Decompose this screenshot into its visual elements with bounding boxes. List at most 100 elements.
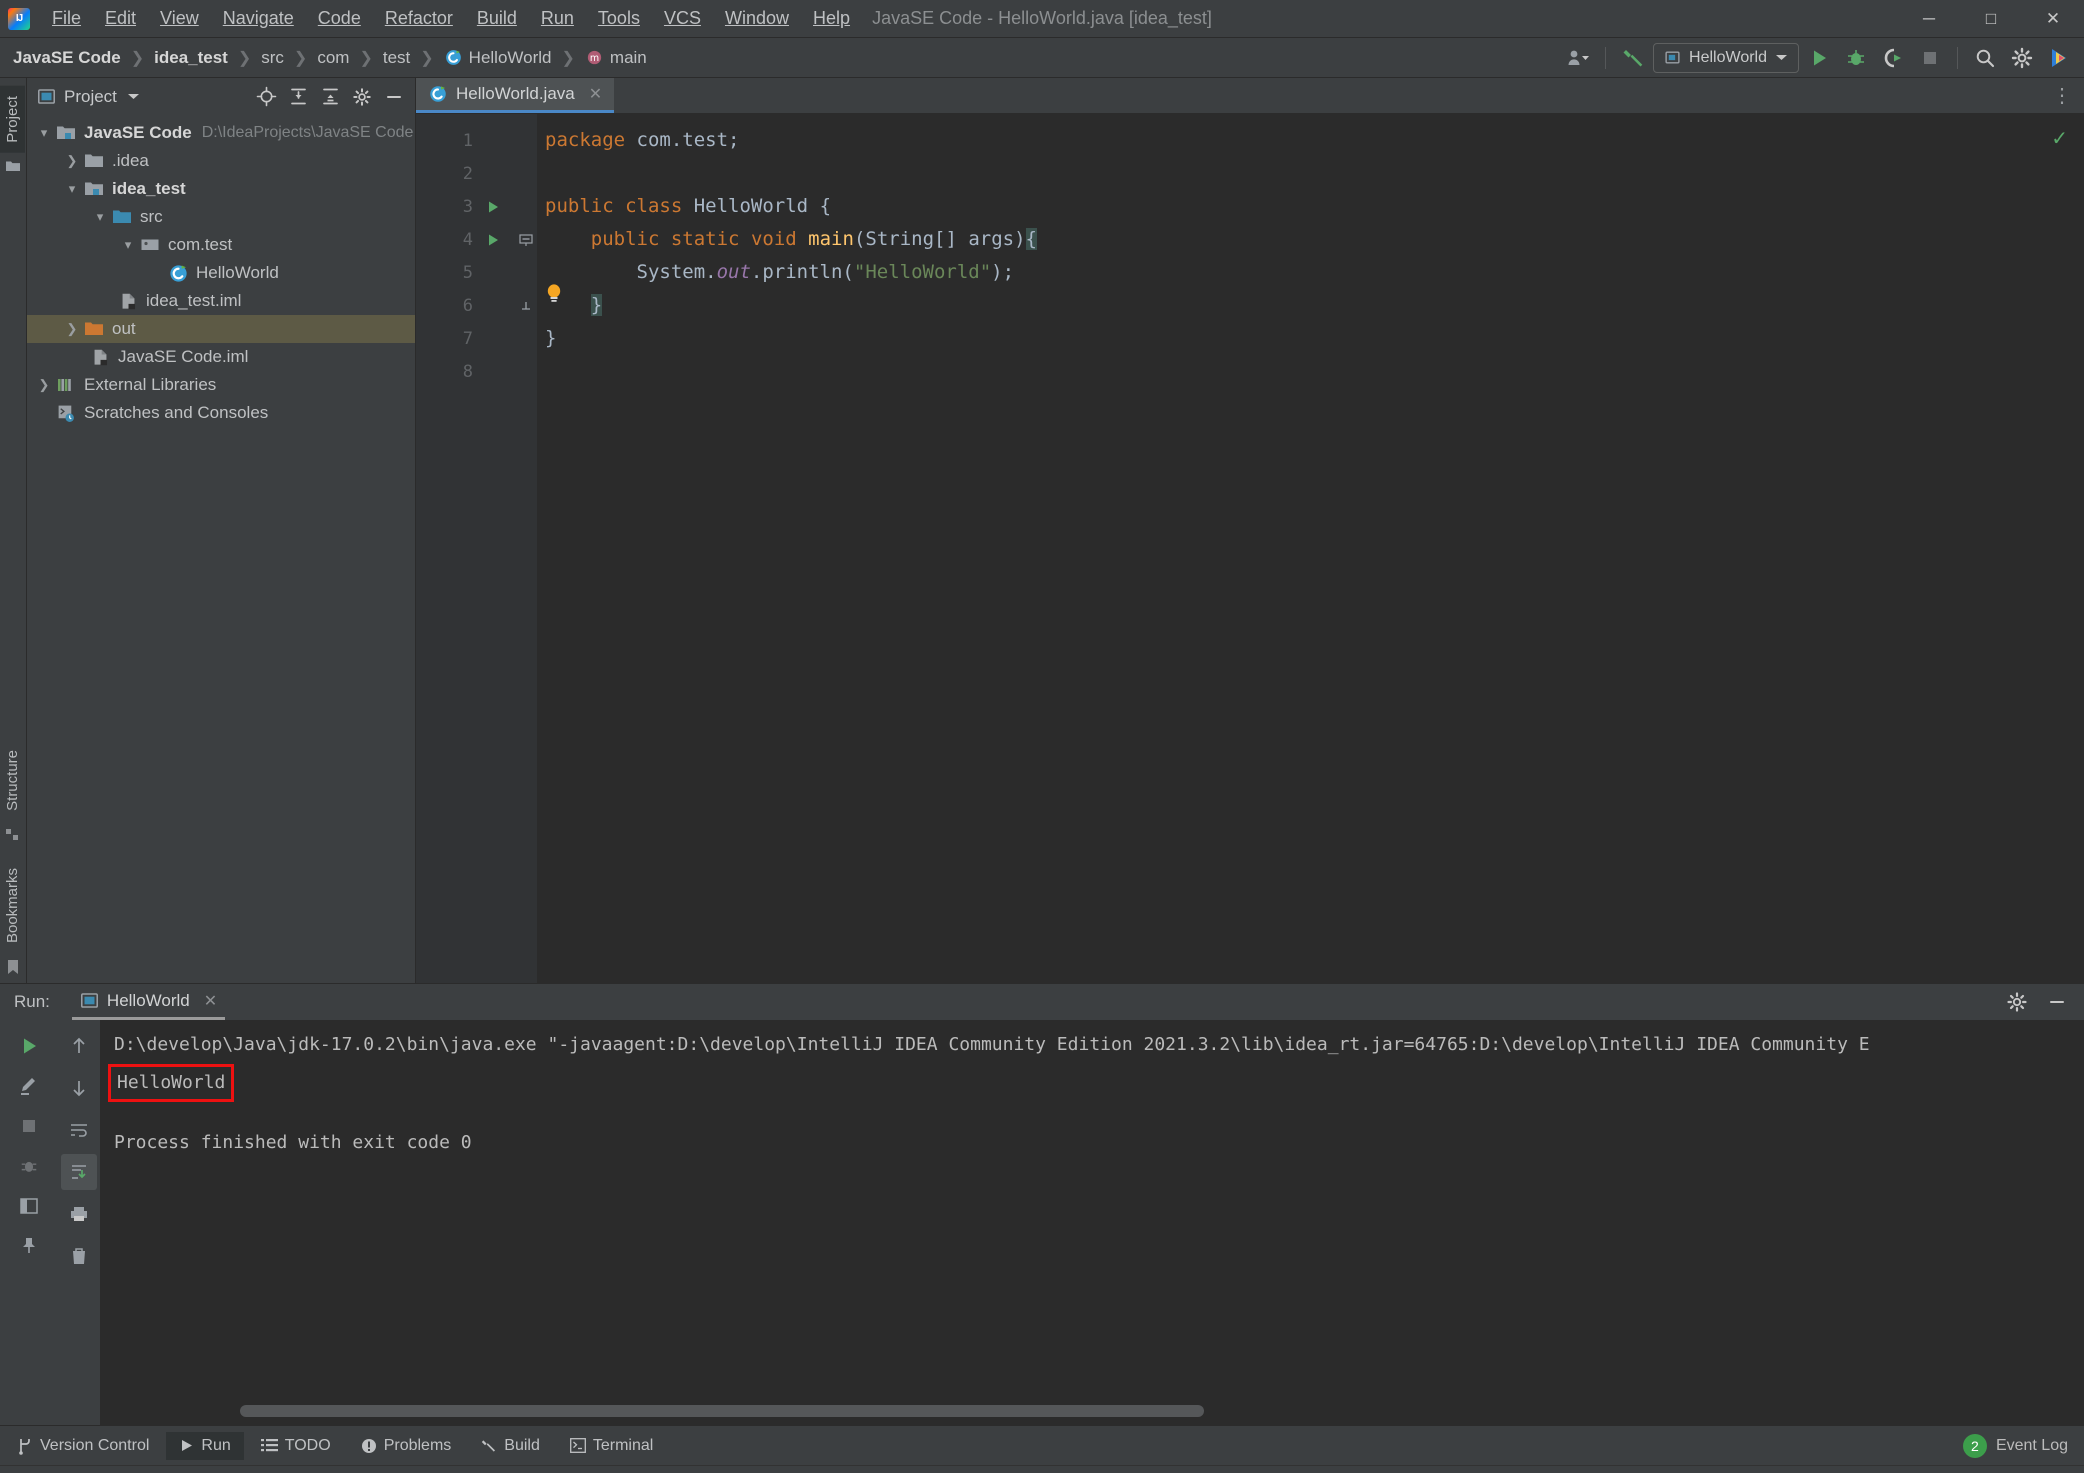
debug-icon[interactable] (1839, 43, 1873, 73)
breadcrumb-item-module[interactable]: idea_test (151, 46, 231, 70)
breadcrumb-item-project[interactable]: JavaSE Code (10, 46, 124, 70)
up-arrow-icon[interactable] (61, 1028, 97, 1064)
chevron-right-icon[interactable]: ❯ (33, 377, 55, 393)
code-text[interactable]: package com.test; public class HelloWorl… (537, 114, 2084, 983)
menu-navigate[interactable]: Navigate (211, 4, 306, 33)
chevron-down-icon[interactable]: ▾ (117, 237, 139, 253)
rerun-icon[interactable] (11, 1028, 47, 1064)
tree-item-idea-test-iml[interactable]: idea_test.iml (27, 287, 415, 315)
locate-target-icon[interactable] (251, 83, 281, 111)
tree-item-idea-test[interactable]: ▾ idea_test (27, 175, 415, 203)
tree-item-javase-code-iml[interactable]: JavaSE Code.iml (27, 343, 415, 371)
menu-view[interactable]: View (148, 4, 211, 33)
stripe-button-run[interactable]: Run (166, 1431, 244, 1460)
iml-file-icon (117, 290, 139, 312)
stripe-button-problems[interactable]: Problems (348, 1432, 465, 1460)
scroll-to-end-icon[interactable] (61, 1154, 97, 1190)
tree-item-src[interactable]: ▾ src (27, 203, 415, 231)
edit-configuration-icon[interactable] (11, 1068, 47, 1104)
chevron-down-icon[interactable]: ▾ (89, 209, 111, 225)
stripe-button-version-control[interactable]: Version Control (4, 1432, 162, 1460)
tree-item-idea[interactable]: ❯ .idea (27, 147, 415, 175)
minimize-button[interactable]: ─ (1898, 0, 1960, 38)
run-icon[interactable] (1802, 43, 1836, 73)
stripe-button-todo[interactable]: TODO (248, 1432, 344, 1460)
chevron-down-icon[interactable]: ▾ (61, 181, 83, 197)
settings-gear-icon[interactable] (2005, 43, 2039, 73)
code-statement-end: ); (991, 261, 1015, 283)
hide-panel-icon[interactable] (2040, 987, 2074, 1017)
menu-file[interactable]: File (40, 4, 93, 33)
menu-refactor[interactable]: Refactor (373, 4, 465, 33)
tree-item-label: Scratches and Consoles (84, 403, 269, 422)
stripe-button-terminal[interactable]: Terminal (557, 1432, 666, 1460)
tree-item-scratches-and-consoles[interactable]: Scratches and Consoles (27, 399, 415, 427)
console-horizontal-scrollbar[interactable] (240, 1405, 1204, 1417)
tree-item-javase-code[interactable]: ▾ JavaSE Code D:\IdeaProjects\JavaSE Cod… (27, 119, 415, 147)
search-everywhere-icon[interactable] (1968, 43, 2002, 73)
close-button[interactable]: ✕ (2022, 0, 2084, 38)
breadcrumb-item-method[interactable]: m main (582, 46, 650, 70)
fold-end-icon[interactable] (520, 300, 532, 312)
print-icon[interactable] (61, 1196, 97, 1232)
clear-all-icon[interactable] (61, 1238, 97, 1274)
more-options-icon[interactable]: ⋮ (2052, 83, 2074, 108)
collapse-all-icon[interactable] (315, 83, 345, 111)
code-editor[interactable]: 1 2 3 4 5 6 7 8 package com.test; public… (416, 114, 2084, 983)
run-method-gutter-icon[interactable] (485, 232, 501, 248)
menu-edit[interactable]: Edit (93, 4, 148, 33)
chevron-right-icon[interactable]: ❯ (61, 153, 83, 169)
ide-assistant-icon[interactable] (2042, 43, 2076, 73)
debug-icon[interactable] (11, 1148, 47, 1184)
menu-vcs[interactable]: VCS (652, 4, 713, 33)
settings-gear-icon[interactable] (2000, 987, 2034, 1017)
breadcrumb-item-class[interactable]: HelloWorld (441, 46, 555, 70)
soft-wrap-icon[interactable] (61, 1112, 97, 1148)
event-log-button[interactable]: 2 Event Log (1962, 1433, 2068, 1458)
menu-window[interactable]: Window (713, 4, 801, 33)
menu-tools[interactable]: Tools (586, 4, 652, 33)
settings-gear-icon[interactable] (347, 83, 377, 111)
menu-build[interactable]: Build (465, 4, 529, 33)
run-configuration-selector[interactable]: HelloWorld (1653, 42, 1799, 73)
breadcrumb-item-test[interactable]: test (380, 46, 413, 70)
chevron-down-icon[interactable] (127, 92, 140, 101)
tree-item-external-libraries[interactable]: ❯ External Libraries (27, 371, 415, 399)
close-icon[interactable]: ✕ (204, 991, 217, 1011)
menu-run[interactable]: Run (529, 4, 586, 33)
hide-panel-icon[interactable] (379, 83, 409, 111)
stripe-label: Problems (383, 1436, 452, 1454)
stripe-button-build[interactable]: Build (468, 1432, 553, 1460)
down-arrow-icon[interactable] (61, 1070, 97, 1106)
editor-tab-helloworld-java[interactable]: HelloWorld.java ✕ (416, 78, 615, 113)
stripe-button-structure[interactable]: Structure (0, 740, 25, 821)
run-class-gutter-icon[interactable] (485, 199, 501, 215)
pin-icon[interactable] (11, 1228, 47, 1264)
breadcrumb-item-com[interactable]: com (314, 46, 352, 70)
inspection-status-icon[interactable]: ✓ (2051, 126, 2068, 151)
layout-icon[interactable] (11, 1188, 47, 1224)
expand-all-icon[interactable] (283, 83, 313, 111)
tree-item-com-test[interactable]: ▾ com.test (27, 231, 415, 259)
stripe-button-project[interactable]: Project (0, 86, 25, 153)
run-tab-helloworld[interactable]: HelloWorld ✕ (71, 984, 226, 1020)
tree-item-out[interactable]: ❯ out (27, 315, 415, 343)
build-hammer-icon[interactable] (1616, 43, 1650, 73)
intention-bulb-icon[interactable] (543, 216, 567, 302)
account-icon[interactable] (1561, 43, 1595, 73)
run-coverage-icon[interactable] (1876, 43, 1910, 73)
chevron-right-icon[interactable]: ❯ (61, 321, 83, 337)
close-icon[interactable]: ✕ (589, 84, 602, 104)
maximize-button[interactable]: □ (1960, 0, 2022, 38)
menu-help[interactable]: Help (801, 4, 862, 33)
menu-window-label: Window (724, 8, 789, 28)
console-output[interactable]: D:\develop\Java\jdk-17.0.2\bin\java.exe … (100, 1020, 2084, 1425)
breadcrumb-item-src[interactable]: src (258, 46, 287, 70)
fold-collapse-icon[interactable] (519, 233, 533, 247)
chevron-down-icon[interactable]: ▾ (33, 125, 55, 141)
stop-icon[interactable] (1913, 43, 1947, 73)
tree-item-helloworld-class[interactable]: HelloWorld (27, 259, 415, 287)
stripe-button-bookmarks[interactable]: Bookmarks (0, 858, 25, 953)
menu-code[interactable]: Code (306, 4, 373, 33)
stop-icon[interactable] (11, 1108, 47, 1144)
